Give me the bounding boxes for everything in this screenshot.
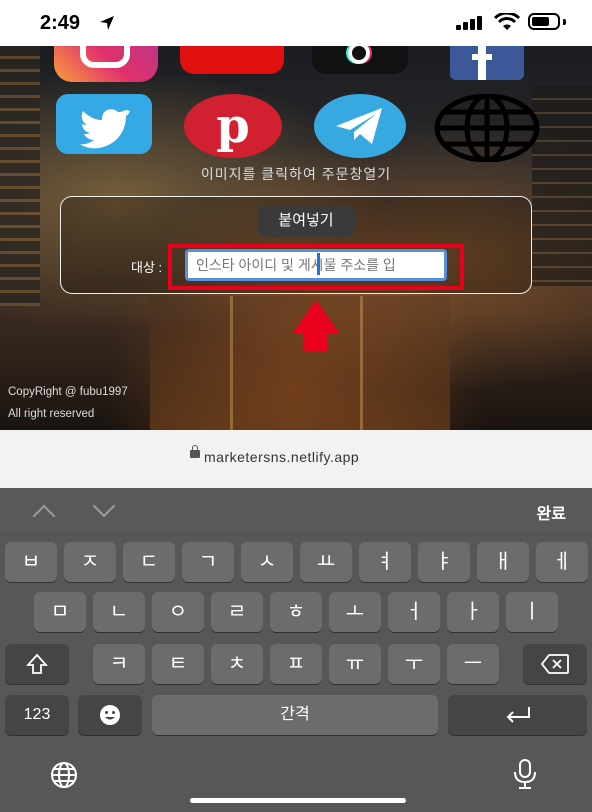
battery-icon	[528, 13, 560, 30]
key[interactable]: ㅑ	[418, 542, 470, 582]
key[interactable]: ㅂ	[5, 542, 57, 582]
tiktok-icon[interactable]	[312, 46, 408, 74]
globe-keyboard-icon[interactable]	[44, 760, 84, 790]
order-hint-text: 이미지를 클릭하여 주문창열기	[200, 166, 392, 182]
key[interactable]: ㅋ	[93, 644, 145, 684]
key[interactable]: ㅣ	[506, 592, 558, 632]
shift-icon	[25, 653, 49, 674]
cellular-signal-icon	[456, 16, 482, 30]
youtube-icon[interactable]	[180, 46, 284, 74]
background-rail	[230, 296, 233, 430]
keyboard: ㅂ ㅈ ㄷ ㄱ ㅅ ㅛ ㅕ ㅑ ㅐ ㅔ ㅁ ㄴ ㅇ ㄹ ㅎ ㅗ ㅓ ㅏ ㅣ ㅋ …	[0, 532, 592, 812]
microphone-icon[interactable]	[510, 758, 540, 790]
key[interactable]: ㅛ	[300, 542, 352, 582]
wifi-icon	[494, 13, 520, 30]
key[interactable]: ㄴ	[93, 592, 145, 632]
emoji-icon	[100, 705, 120, 725]
url-bar[interactable]: marketersns.netlify.app	[0, 430, 592, 488]
done-button[interactable]: 완료	[537, 500, 566, 524]
key[interactable]: ㅍ	[270, 644, 322, 684]
copyright-text: CopyRight @ fubu1997	[8, 386, 128, 398]
red-arrow-up-icon	[292, 300, 340, 334]
key[interactable]: ㅡ	[447, 644, 499, 684]
key[interactable]: ㅏ	[447, 592, 499, 632]
key[interactable]: ㅔ	[536, 542, 588, 582]
key[interactable]: ㅈ	[64, 542, 116, 582]
battery-tip	[563, 19, 566, 25]
instagram-icon[interactable]	[54, 46, 158, 82]
home-indicator[interactable]	[190, 798, 406, 803]
text-caret	[317, 253, 320, 275]
target-label: 대상 :	[131, 260, 163, 275]
facebook-icon[interactable]	[450, 46, 524, 80]
key[interactable]: ㅇ	[152, 592, 204, 632]
key[interactable]: ㅎ	[270, 592, 322, 632]
key[interactable]: ㅐ	[477, 542, 529, 582]
shift-key[interactable]	[5, 644, 69, 684]
telegram-icon[interactable]	[314, 94, 406, 158]
lock-icon	[190, 445, 200, 458]
status-time: 2:49	[40, 12, 81, 34]
status-bar: 2:49	[0, 0, 592, 46]
background-building-right	[532, 86, 592, 286]
paste-button[interactable]: 붙여넣기	[257, 205, 355, 237]
key[interactable]: ㄷ	[123, 542, 175, 582]
key[interactable]: ㅓ	[388, 592, 440, 632]
key[interactable]: ㅊ	[211, 644, 263, 684]
key[interactable]: ㅗ	[329, 592, 381, 632]
emoji-key[interactable]	[78, 695, 142, 735]
backspace-icon	[540, 654, 569, 674]
keyboard-toolbar: 완료	[0, 488, 592, 532]
backspace-key[interactable]	[523, 644, 587, 684]
chevron-up-icon[interactable]	[32, 504, 56, 528]
key[interactable]: ㅠ	[329, 644, 381, 684]
space-key[interactable]: 간격	[152, 695, 438, 735]
background-rail	[360, 296, 363, 430]
pinterest-icon[interactable]: p	[184, 94, 282, 158]
numbers-key[interactable]: 123	[5, 695, 69, 735]
red-highlight-box	[168, 244, 464, 290]
key[interactable]: ㄱ	[182, 542, 234, 582]
chevron-down-icon[interactable]	[92, 494, 116, 518]
key[interactable]: ㅌ	[152, 644, 204, 684]
web-content: p 이미지를 클릭하여 주문창열기 붙여넣기 대상 : CopyRight @ …	[0, 46, 592, 430]
return-icon	[506, 707, 530, 723]
globe-icon[interactable]	[434, 94, 540, 162]
location-arrow-icon	[100, 16, 114, 30]
red-arrow-shaft	[304, 332, 328, 352]
rights-text: All right reserved	[8, 408, 95, 420]
key[interactable]: ㅜ	[388, 644, 440, 684]
url-text: marketersns.netlify.app	[204, 449, 360, 465]
key[interactable]: ㅅ	[241, 542, 293, 582]
return-key[interactable]	[448, 695, 587, 735]
key[interactable]: ㅕ	[359, 542, 411, 582]
twitter-icon[interactable]	[56, 94, 152, 154]
key[interactable]: ㅁ	[34, 592, 86, 632]
key[interactable]: ㄹ	[211, 592, 263, 632]
